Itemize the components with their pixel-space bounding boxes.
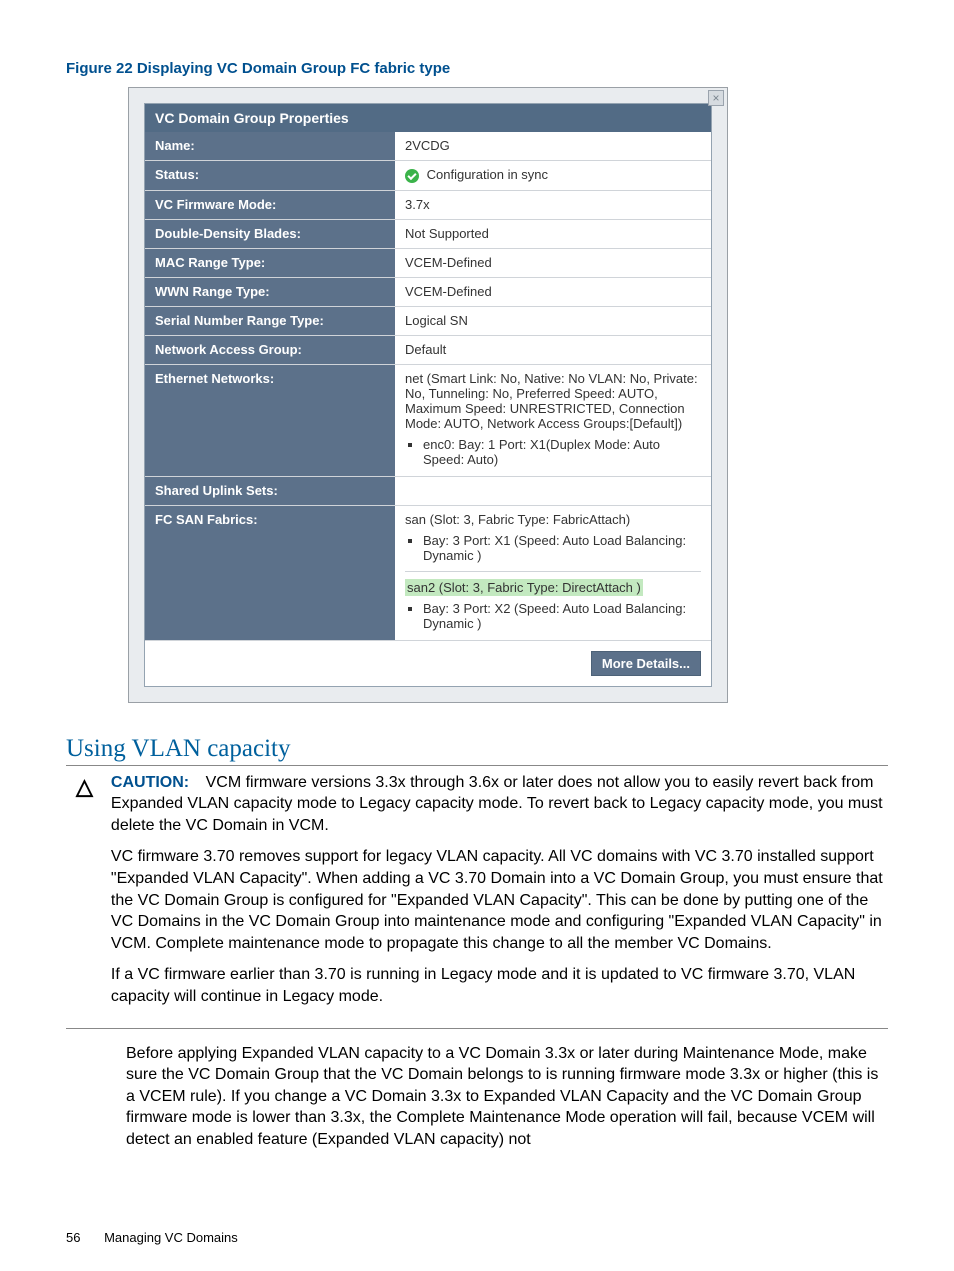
prop-value-eth: net (Smart Link: No, Native: No VLAN: No… <box>395 364 711 476</box>
fc-san2-list: Bay: 3 Port: X2 (Speed: Auto Load Balanc… <box>423 601 701 631</box>
section-heading: Using VLAN capacity <box>66 735 888 766</box>
prop-value-fw: 3.7x <box>395 190 711 219</box>
prop-label-fw: VC Firmware Mode: <box>145 190 395 219</box>
dialog-panel: × VC Domain Group Properties Name: 2VCDG… <box>128 87 728 703</box>
table-row: WWN Range Type: VCEM-Defined <box>145 277 711 306</box>
list-item: enc0: Bay: 1 Port: X1(Duplex Mode: Auto … <box>423 437 701 467</box>
caution-text-3: If a VC firmware earlier than 3.70 is ru… <box>111 964 888 1007</box>
more-details-button[interactable]: More Details... <box>591 651 701 676</box>
fc-san2-summary-hl: san2 (Slot: 3, Fabric Type: DirectAttach… <box>405 580 701 595</box>
prop-label-name: Name: <box>145 132 395 161</box>
prop-label-eth: Ethernet Networks: <box>145 364 395 476</box>
close-icon[interactable]: × <box>708 90 724 106</box>
table-row: Double-Density Blades: Not Supported <box>145 219 711 248</box>
prop-value-fc: san (Slot: 3, Fabric Type: FabricAttach)… <box>395 505 711 640</box>
fc-san-summary: san (Slot: 3, Fabric Type: FabricAttach) <box>405 512 701 527</box>
prop-label-sn: Serial Number Range Type: <box>145 306 395 335</box>
body-paragraph: Before applying Expanded VLAN capacity t… <box>126 1043 888 1151</box>
highlight: san2 (Slot: 3, Fabric Type: DirectAttach… <box>405 579 643 596</box>
fc-san-list: Bay: 3 Port: X1 (Speed: Auto Load Balanc… <box>423 533 701 563</box>
table-row: Serial Number Range Type: Logical SN <box>145 306 711 335</box>
table-row: Shared Uplink Sets: <box>145 476 711 505</box>
list-item: Bay: 3 Port: X2 (Speed: Auto Load Balanc… <box>423 601 701 631</box>
prop-label-nag: Network Access Group: <box>145 335 395 364</box>
footer-section-title: Managing VC Domains <box>104 1230 238 1245</box>
prop-label-wwn: WWN Range Type: <box>145 277 395 306</box>
prop-value-wwn: VCEM-Defined <box>395 277 711 306</box>
prop-value-mac: VCEM-Defined <box>395 248 711 277</box>
table-row: VC Firmware Mode: 3.7x <box>145 190 711 219</box>
eth-summary: net (Smart Link: No, Native: No VLAN: No… <box>405 371 701 431</box>
check-circle-icon <box>405 169 419 183</box>
caution-icon: △ <box>76 774 93 800</box>
prop-value-status: Configuration in sync <box>395 161 711 191</box>
properties-table: Name: 2VCDG Status: Configuration in syn… <box>145 132 711 641</box>
prop-label-dd: Double-Density Blades: <box>145 219 395 248</box>
divider <box>405 571 701 572</box>
table-row: FC SAN Fabrics: san (Slot: 3, Fabric Typ… <box>145 505 711 640</box>
caution-text-1: VCM firmware versions 3.3x through 3.6x … <box>111 774 883 834</box>
caution-label: CAUTION: <box>111 774 189 791</box>
prop-label-sus: Shared Uplink Sets: <box>145 476 395 505</box>
table-row: Network Access Group: Default <box>145 335 711 364</box>
prop-value-name: 2VCDG <box>395 132 711 161</box>
caution-text-2: VC firmware 3.70 removes support for leg… <box>111 846 888 954</box>
caution-block: △ CAUTION: VCM firmware versions 3.3x th… <box>66 772 888 1029</box>
prop-value-sn: Logical SN <box>395 306 711 335</box>
caution-body: CAUTION: VCM firmware versions 3.3x thro… <box>111 772 888 1018</box>
figure-caption: Figure 22 Displaying VC Domain Group FC … <box>66 60 888 77</box>
table-row: Name: 2VCDG <box>145 132 711 161</box>
eth-item-list: enc0: Bay: 1 Port: X1(Duplex Mode: Auto … <box>423 437 701 467</box>
table-row: Ethernet Networks: net (Smart Link: No, … <box>145 364 711 476</box>
dialog-inner: VC Domain Group Properties Name: 2VCDG S… <box>144 103 712 687</box>
table-row: Status: Configuration in sync <box>145 161 711 191</box>
prop-label-fc: FC SAN Fabrics: <box>145 505 395 640</box>
page-footer: 56 Managing VC Domains <box>66 1230 238 1245</box>
list-item: Bay: 3 Port: X1 (Speed: Auto Load Balanc… <box>423 533 701 563</box>
page-number: 56 <box>66 1230 80 1245</box>
table-row: MAC Range Type: VCEM-Defined <box>145 248 711 277</box>
prop-value-nag: Default <box>395 335 711 364</box>
prop-value-sus <box>395 476 711 505</box>
dialog-title: VC Domain Group Properties <box>145 104 711 132</box>
prop-label-status: Status: <box>145 161 395 191</box>
button-row: More Details... <box>145 641 711 686</box>
prop-label-mac: MAC Range Type: <box>145 248 395 277</box>
status-text: Configuration in sync <box>427 167 548 182</box>
prop-value-dd: Not Supported <box>395 219 711 248</box>
